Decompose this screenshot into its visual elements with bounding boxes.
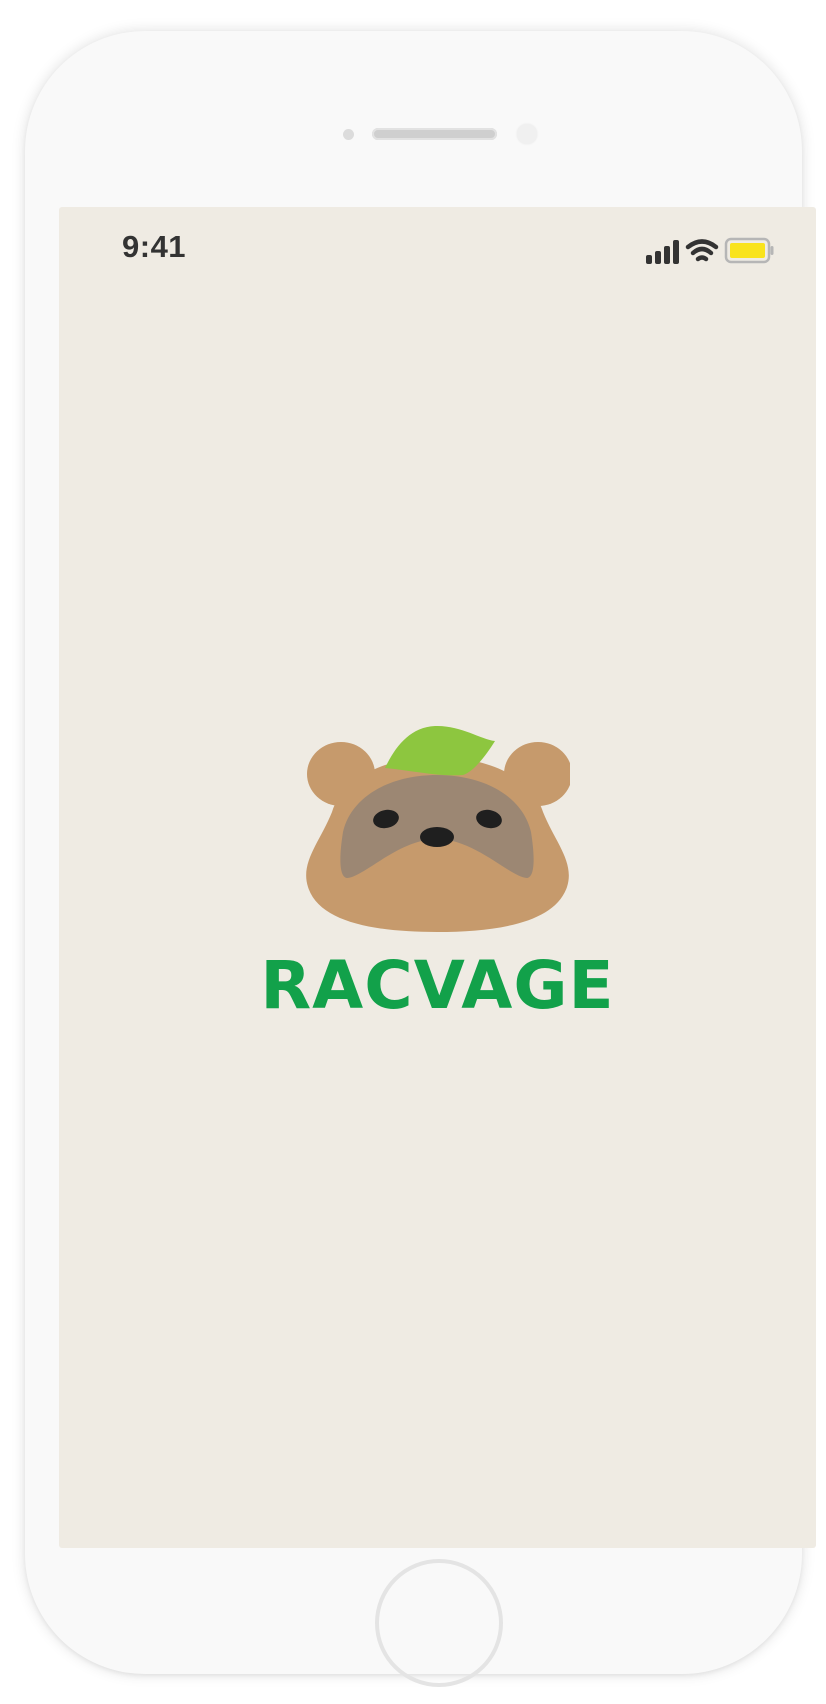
app-screen: 9:41 RACVAGE <box>59 207 816 1548</box>
proximity-sensor-dot <box>343 129 354 140</box>
logo-container <box>305 717 572 932</box>
home-button[interactable] <box>375 1559 503 1687</box>
phone-frame: 9:41 RACVAGE <box>25 31 816 1687</box>
wifi-icon <box>685 239 719 262</box>
raccoon-leaf-logo-icon <box>306 725 572 932</box>
brand-name: RACVAGE <box>260 947 615 1024</box>
front-camera <box>517 124 537 144</box>
cellular-signal-icon <box>646 240 679 264</box>
battery-icon <box>724 237 774 264</box>
status-bar-icons <box>646 237 774 264</box>
status-bar-time: 9:41 <box>122 229 187 264</box>
earpiece-speaker <box>372 128 497 140</box>
